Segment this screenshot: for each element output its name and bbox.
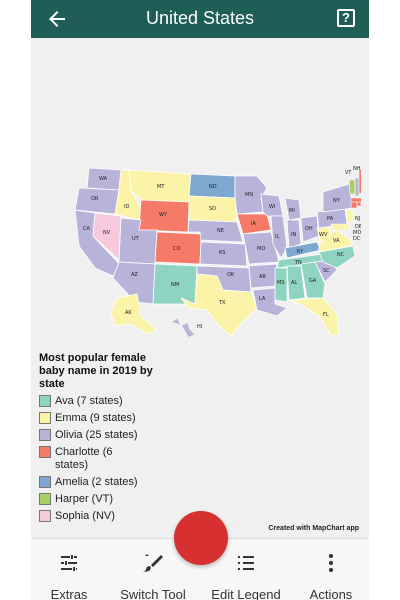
svg-text:TX: TX	[218, 300, 226, 306]
svg-text:VT: VT	[345, 170, 352, 176]
legend-swatch	[39, 429, 51, 441]
state-hi[interactable]	[172, 318, 195, 337]
brush-icon	[143, 554, 163, 572]
state-nh[interactable]	[354, 177, 360, 197]
svg-text:HI: HI	[197, 324, 202, 330]
svg-text:KY: KY	[297, 249, 304, 255]
legend-item[interactable]: Harper (VT)	[39, 493, 179, 506]
legend-swatch	[39, 412, 51, 424]
legend-swatch	[39, 395, 51, 407]
svg-text:TN: TN	[294, 260, 302, 266]
svg-text:AZ: AZ	[131, 272, 138, 278]
svg-text:WA: WA	[99, 176, 108, 182]
svg-text:UT: UT	[132, 236, 140, 242]
svg-text:MT: MT	[157, 184, 165, 190]
svg-text:OR: OR	[91, 196, 99, 202]
svg-text:OK: OK	[227, 272, 235, 278]
sliders-icon	[61, 555, 77, 571]
us-map[interactable]: WA OR CA NV ID MT WY UT AZ CO NM ND SD N…	[61, 158, 369, 348]
svg-text:NJ: NJ	[355, 216, 360, 222]
mapchart-credit: Created with MapChart app	[268, 525, 359, 532]
actions-button[interactable]: Actions	[301, 539, 361, 600]
state-ri[interactable]	[356, 201, 362, 207]
legend-item[interactable]: Amelia (2 states)	[39, 476, 179, 489]
list-icon	[238, 556, 254, 570]
svg-text:GA: GA	[309, 278, 317, 284]
svg-text:NH: NH	[353, 166, 361, 172]
svg-text:NY: NY	[333, 198, 341, 204]
state-fl[interactable]	[288, 297, 340, 337]
switch-tool-label: Switch Tool	[120, 587, 186, 600]
state-ma[interactable]	[350, 197, 364, 203]
svg-text:ND: ND	[209, 184, 217, 190]
svg-text:AL: AL	[291, 280, 297, 286]
svg-text:AR: AR	[259, 274, 266, 280]
legend-item[interactable]: Ava (7 states)	[39, 395, 179, 408]
svg-text:OH: OH	[305, 226, 313, 232]
svg-text:FL: FL	[323, 312, 329, 318]
svg-text:CA: CA	[83, 226, 90, 232]
svg-text:MS: MS	[277, 280, 285, 286]
extras-label: Extras	[50, 587, 88, 600]
svg-text:IA: IA	[251, 221, 256, 227]
legend-swatch	[39, 510, 51, 522]
legend-item[interactable]: Olivia (25 states)	[39, 429, 179, 442]
svg-text:SD: SD	[209, 206, 216, 212]
state-ct[interactable]	[350, 201, 358, 209]
svg-text:ID: ID	[124, 204, 129, 210]
state-de[interactable]	[344, 223, 350, 231]
svg-text:IL: IL	[275, 234, 279, 240]
svg-text:WY: WY	[159, 212, 168, 218]
legend-item[interactable]: Charlotte (6 states)	[39, 446, 179, 472]
svg-text:NE: NE	[217, 228, 224, 234]
legend-item[interactable]: Sophia (NV)	[39, 510, 179, 523]
legend-item[interactable]: Emma (9 states)	[39, 412, 179, 425]
help-icon[interactable]: ?	[337, 9, 355, 27]
extras-button[interactable]: Extras	[39, 539, 99, 600]
svg-text:CO: CO	[173, 246, 180, 252]
svg-text:LA: LA	[259, 296, 266, 302]
state-nj[interactable]	[346, 209, 354, 223]
top-bar: United States ?	[31, 0, 369, 38]
svg-text:DC: DC	[353, 236, 361, 242]
svg-text:NM: NM	[171, 282, 179, 288]
svg-text:SC: SC	[323, 268, 330, 274]
legend-swatch	[39, 476, 51, 488]
state-vt[interactable]	[348, 179, 356, 195]
svg-text:NV: NV	[103, 230, 111, 236]
actions-label: Actions	[309, 587, 353, 600]
legend-title: Most popular female baby name in 2019 by…	[39, 352, 153, 390]
legend-swatch	[39, 446, 51, 458]
svg-text:NC: NC	[337, 252, 345, 258]
svg-text:IN: IN	[291, 232, 296, 238]
svg-text:WV: WV	[319, 232, 328, 238]
svg-text:MO: MO	[257, 246, 265, 252]
edit-legend-label: Edit Legend	[211, 587, 281, 600]
page-title: United States	[145, 8, 255, 28]
svg-text:MI: MI	[289, 208, 295, 214]
svg-text:PA: PA	[327, 216, 334, 222]
state-md[interactable]	[330, 223, 346, 231]
app-screen: United States ? WA OR CA NV ID MT WY UT …	[31, 0, 369, 600]
map-legend[interactable]: Most popular female baby name in 2019 by…	[39, 352, 179, 527]
svg-text:VA: VA	[333, 238, 340, 244]
legend-swatch	[39, 493, 51, 505]
svg-text:WI: WI	[269, 204, 275, 210]
color-picker-button[interactable]	[174, 511, 228, 565]
svg-text:AK: AK	[125, 310, 132, 316]
svg-text:KS: KS	[219, 250, 225, 256]
more-vertical-icon	[329, 554, 333, 572]
svg-text:MN: MN	[245, 192, 253, 198]
